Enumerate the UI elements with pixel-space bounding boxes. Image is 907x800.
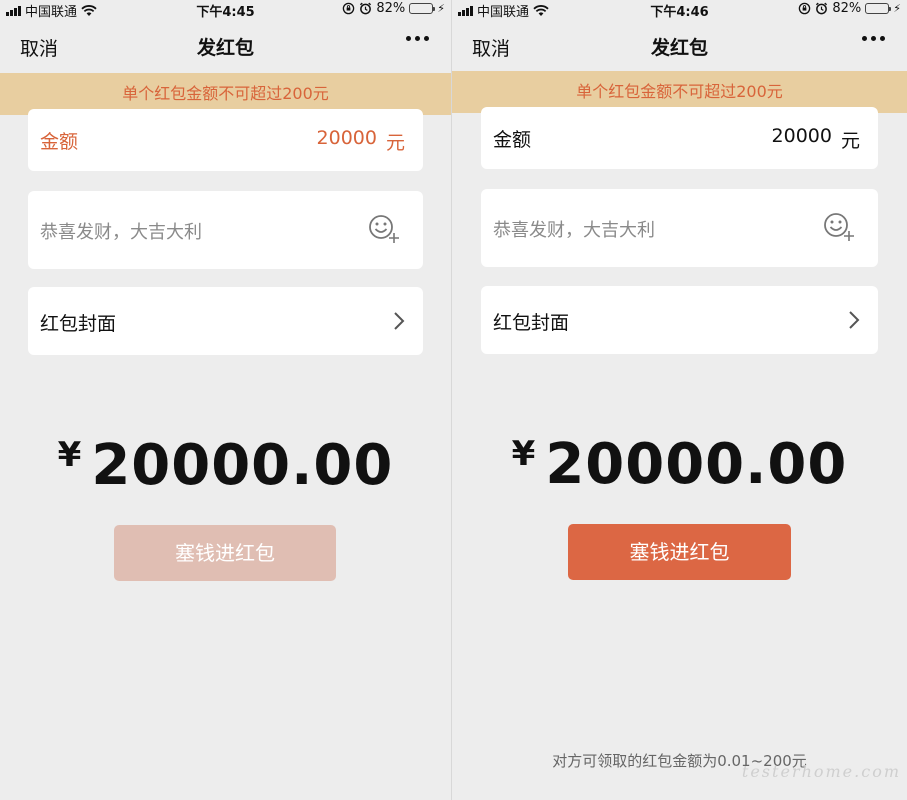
status-bar: 中国联通 下午4:45 82% ⚡ [0,0,451,20]
more-dots-icon[interactable] [406,36,429,41]
amount-unit: 元 [840,130,860,152]
page-title: 发红包 [650,37,708,59]
total-value: 20000.00 [91,433,394,498]
rotation-lock-icon [799,2,811,15]
status-bar: 中国联通 下午4:46 82% ⚡ [452,0,907,20]
amount-input[interactable]: 20000 [772,125,832,147]
greeting-card[interactable]: 恭喜发财，大吉大利 [481,189,878,267]
total-amount: ¥20000.00 [452,432,907,497]
watermark-text: testerhome.com [741,762,901,781]
charging-icon: ⚡ [893,2,901,15]
cover-label: 红包封面 [493,312,570,334]
chevron-right-icon [394,312,405,330]
nav-bar: 取消 发红包 [0,28,451,64]
nav-bar: 取消 发红包 [452,28,907,64]
battery-icon [409,3,436,14]
screen-right: 中国联通 下午4:46 82% ⚡ 取消 发红包 单个红包金额不可超过200元 … [452,0,907,800]
submit-button[interactable]: 塞钱进红包 [568,524,791,580]
battery-icon [865,3,892,14]
amount-card[interactable]: 金额 20000 元 [481,107,878,169]
battery-percent: 82% [832,1,862,16]
cover-card[interactable]: 红包封面 [28,287,423,355]
amount-label: 金额 [493,129,532,151]
rotation-lock-icon [343,2,355,15]
amount-input[interactable]: 20000 [317,127,377,149]
emoji-add-icon[interactable] [822,211,856,243]
amount-card[interactable]: 金额 20000 元 [28,109,423,171]
submit-button[interactable]: 塞钱进红包 [114,525,336,581]
greeting-input[interactable]: 恭喜发财，大吉大利 [493,216,655,242]
currency-symbol: ¥ [57,435,82,475]
greeting-input[interactable]: 恭喜发财，大吉大利 [40,218,202,244]
chevron-right-icon [849,311,860,329]
total-amount: ¥20000.00 [0,433,451,498]
emoji-add-icon[interactable] [367,213,401,245]
status-right: 82% ⚡ [342,1,445,16]
page-title: 发红包 [196,37,254,59]
cover-card[interactable]: 红包封面 [481,286,878,354]
cover-label: 红包封面 [40,313,117,335]
battery-percent: 82% [376,1,406,16]
screen-left: 中国联通 下午4:45 82% ⚡ 取消 发红包 单个红包金额不可超过200元 … [0,0,451,800]
greeting-card[interactable]: 恭喜发财，大吉大利 [28,191,423,269]
amount-unit: 元 [385,132,405,154]
charging-icon: ⚡ [437,2,445,15]
amount-label: 金额 [40,131,79,153]
more-dots-icon[interactable] [862,36,885,41]
alarm-icon [816,2,828,15]
alarm-icon [360,2,372,15]
status-right: 82% ⚡ [798,1,901,16]
currency-symbol: ¥ [511,434,536,474]
total-value: 20000.00 [545,432,848,497]
